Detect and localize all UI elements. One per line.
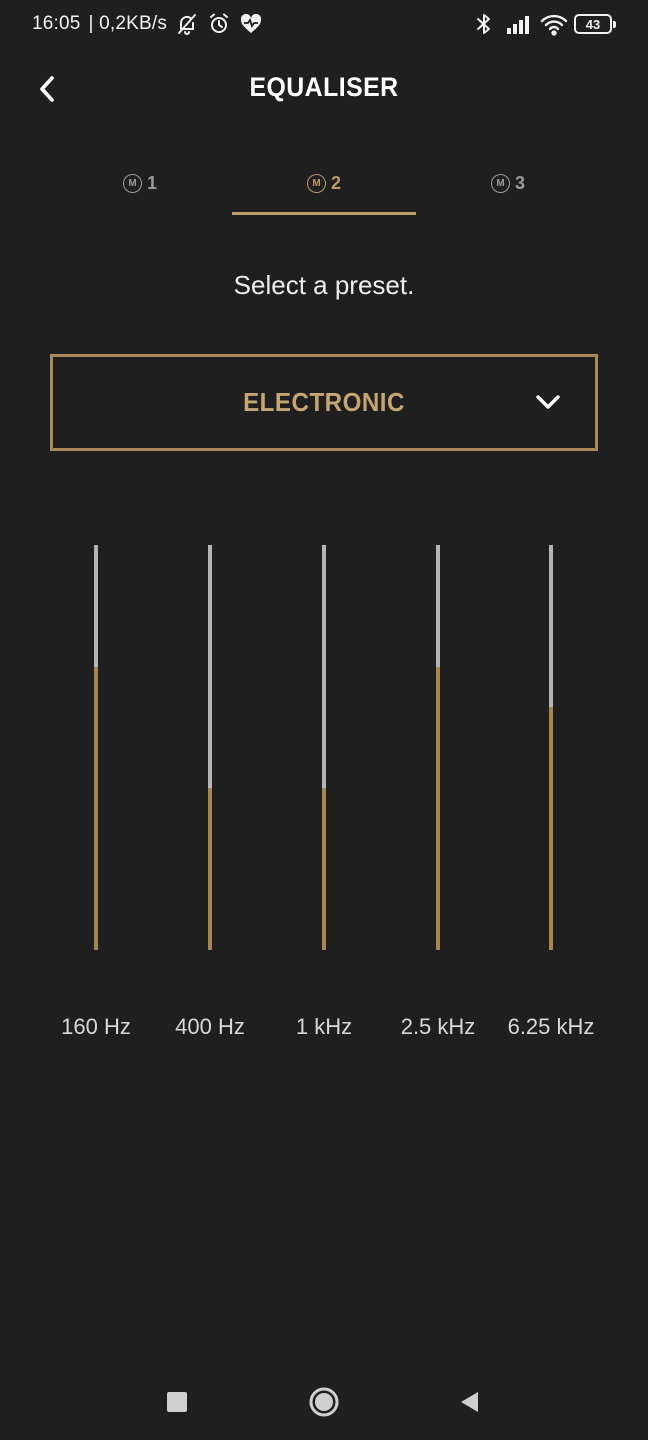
bell-off-icon bbox=[175, 12, 199, 36]
eq-slider-6-25khz[interactable] bbox=[531, 545, 571, 950]
square-icon bbox=[167, 1392, 187, 1412]
memory-badge-icon: M bbox=[122, 173, 142, 193]
slider-track bbox=[436, 545, 440, 950]
status-left: 16:05 | 0,2KB/s bbox=[32, 12, 263, 36]
system-back-button[interactable] bbox=[451, 1384, 487, 1420]
tab-memory-2[interactable]: M 2 bbox=[232, 150, 416, 216]
tab-label: 3 bbox=[514, 172, 525, 193]
frequency-labels: 160 Hz 400 Hz 1 kHz 2.5 kHz 6.25 kHz bbox=[0, 1014, 648, 1044]
eq-slider-1khz[interactable] bbox=[304, 545, 344, 950]
freq-label-6-25khz: 6.25 kHz bbox=[507, 1014, 595, 1039]
slider-fill bbox=[549, 707, 553, 950]
tab-label: 2 bbox=[330, 172, 341, 193]
slider-track bbox=[549, 545, 553, 950]
navigation-bar bbox=[0, 1370, 648, 1430]
alarm-icon bbox=[207, 12, 231, 36]
battery-level: 43 bbox=[585, 16, 601, 32]
heart-icon bbox=[239, 12, 263, 36]
bluetooth-icon bbox=[472, 12, 496, 36]
memory-tabs: M 1 M 2 M 3 bbox=[48, 150, 600, 220]
slider-fill bbox=[322, 788, 326, 950]
header: EQUALISER bbox=[0, 60, 648, 116]
status-time: 16:05 bbox=[32, 13, 81, 34]
memory-badge-icon: M bbox=[490, 173, 510, 193]
home-button[interactable] bbox=[306, 1384, 342, 1420]
back-triangle-icon bbox=[461, 1392, 478, 1412]
tab-label: 1 bbox=[146, 172, 157, 193]
slider-track bbox=[322, 545, 326, 950]
status-network-speed: | 0,2KB/s bbox=[88, 13, 168, 34]
active-tab-indicator bbox=[232, 212, 416, 215]
status-right: 43 bbox=[472, 12, 616, 36]
slider-fill bbox=[94, 666, 98, 950]
instruction-text: Select a preset. bbox=[233, 270, 415, 300]
signal-icon bbox=[506, 12, 530, 36]
tab-memory-3[interactable]: M 3 bbox=[416, 150, 600, 216]
eq-slider-2-5khz[interactable] bbox=[418, 545, 458, 950]
status-bar: 16:05 | 0,2KB/s 43 bbox=[0, 0, 648, 52]
tab-memory-1[interactable]: M 1 bbox=[48, 150, 232, 216]
memory-badge-icon: M bbox=[306, 173, 326, 193]
slider-fill bbox=[208, 788, 212, 950]
wifi-icon bbox=[540, 12, 568, 36]
battery-icon: 43 bbox=[574, 14, 616, 34]
equaliser-screen: 16:05 | 0,2KB/s 43 EQUALISER M 1 M 2 M 3… bbox=[0, 0, 648, 1440]
recents-button[interactable] bbox=[159, 1384, 195, 1420]
chevron-down-icon bbox=[536, 395, 560, 409]
slider-fill bbox=[436, 666, 440, 950]
eq-slider-400hz[interactable] bbox=[190, 545, 230, 950]
equaliser-sliders bbox=[0, 545, 648, 950]
freq-label-2-5khz: 2.5 kHz bbox=[400, 1014, 476, 1039]
slider-track bbox=[208, 545, 212, 950]
preset-dropdown[interactable]: ELECTRONIC bbox=[50, 354, 598, 451]
preset-selected-value: ELECTRONIC bbox=[243, 387, 405, 417]
circle-home-icon bbox=[309, 1387, 339, 1417]
freq-label-1khz: 1 kHz bbox=[295, 1014, 353, 1039]
freq-label-400hz: 400 Hz bbox=[175, 1014, 245, 1039]
freq-label-160hz: 160 Hz bbox=[61, 1014, 131, 1039]
eq-slider-160hz[interactable] bbox=[76, 545, 116, 950]
page-title: EQUALISER bbox=[249, 72, 399, 102]
slider-track bbox=[94, 545, 98, 950]
